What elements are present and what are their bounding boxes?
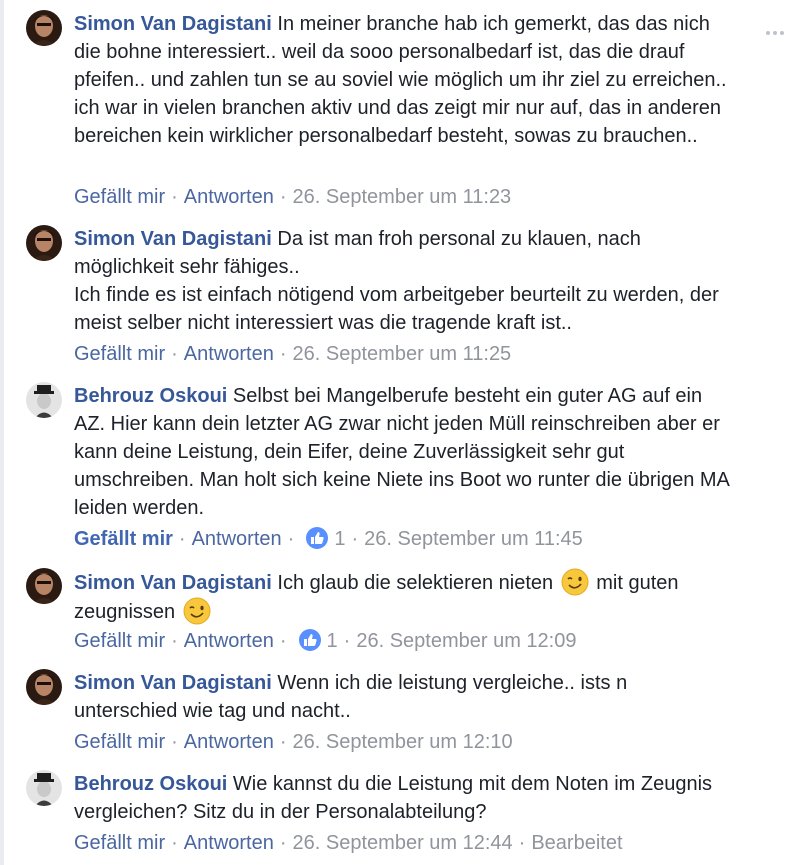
avatar[interactable] [26,382,62,418]
like-link[interactable]: Gefällt mir [74,343,165,365]
comment-timestamp[interactable]: 26. September um 11:45 [364,528,583,550]
avatar[interactable] [26,669,62,705]
comment-thread: Simon Van Dagistani In meiner branche ha… [0,0,797,865]
comment-timestamp[interactable]: 26. September um 12:10 [293,731,513,753]
comment-actions: Gefällt mir · Antworten · 26. September um 1… [74,832,623,854]
reply-link[interactable]: Antworten [192,528,282,550]
thumbs-up-icon[interactable] [306,527,329,549]
comment-timestamp[interactable]: 26. September um 12:44 [293,832,513,854]
reply-link[interactable]: Antworten [184,343,274,365]
comment-text: Ich finde es ist einfach nötigend vom ar… [74,284,719,334]
like-link[interactable]: Gefällt mir [74,186,165,208]
comment-author[interactable]: Simon Van Dagistani [74,672,272,694]
comment-body: Simon Van Dagistani Da ist man froh pers… [74,225,734,337]
comment-body: Simon Van Dagistani Wenn ich die leistun… [74,669,734,725]
comment-text: Ich glaub die selektieren nieten [277,572,554,594]
comment-body: Behrouz Oskoui Wie kannst du die Leistun… [74,770,734,826]
comment-author[interactable]: Simon Van Dagistani [74,572,272,594]
comment-actions: Gefällt mir · Antworten · 26. September um 1… [74,186,512,208]
comment-author[interactable]: Behrouz Oskoui [74,385,227,407]
like-link[interactable]: Gefällt mir [74,528,173,550]
avatar[interactable] [26,225,62,261]
comment-author[interactable]: Simon Van Dagistani [74,228,272,250]
reply-link[interactable]: Antworten [184,731,274,753]
comment-author[interactable]: Behrouz Oskoui [74,773,227,795]
reply-link[interactable]: Antworten [184,630,274,652]
reply-link[interactable]: Antworten [184,832,274,854]
more-options-icon[interactable] [766,22,788,35]
avatar[interactable] [26,568,62,604]
comment-body: Simon Van Dagistani Ich glaub die selekt… [74,568,734,626]
comment-author[interactable]: Simon Van Dagistani [74,13,272,35]
avatar[interactable] [26,770,62,806]
like-link[interactable]: Gefällt mir [74,630,165,652]
comment-actions: Gefällt mir · Antworten · 1 · 26. September um… [74,629,577,652]
wink-emoji [561,568,589,596]
comment-actions: Gefällt mir · Antworten · 26. September um 1… [74,343,512,365]
comment-body: Behrouz Oskoui Selbst bei Mangelberufe b… [74,382,734,522]
like-link[interactable]: Gefällt mir [74,731,165,753]
like-count[interactable]: 1 [327,630,338,652]
like-link[interactable]: Gefällt mir [74,832,165,854]
comment-timestamp[interactable]: 26. September um 12:09 [356,630,576,652]
comment-actions: Gefällt mir · Antworten · 26. September um 1… [74,731,513,753]
reply-link[interactable]: Antworten [184,186,274,208]
like-count[interactable]: 1 [334,528,345,550]
avatar[interactable] [26,10,62,46]
comment-timestamp[interactable]: 26. September um 11:25 [293,343,512,365]
comment-actions: Gefällt mir · Antworten · 1 · 26. September um… [74,527,583,550]
comment-body: Simon Van Dagistani In meiner branche ha… [74,10,734,150]
edited-label[interactable]: Bearbeitet [531,832,622,854]
thumbs-up-icon[interactable] [298,629,321,651]
comment-timestamp[interactable]: 26. September um 11:23 [293,186,512,208]
wink-emoji [183,597,211,625]
